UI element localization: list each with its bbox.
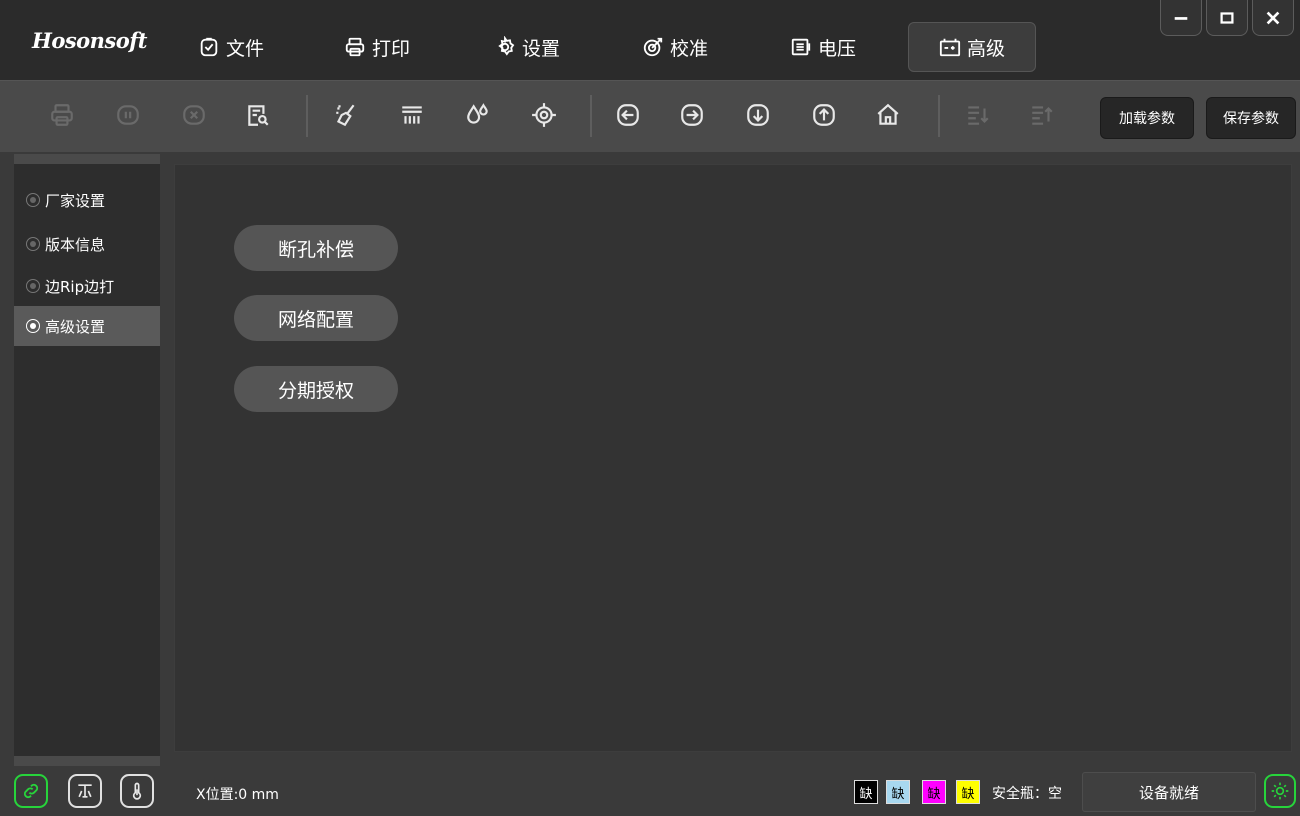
ink-drop-icon xyxy=(467,103,488,124)
nozzle-compensation-button[interactable]: 断孔补偿 xyxy=(234,225,398,271)
locate-button[interactable] xyxy=(528,99,560,131)
feed-up-button[interactable] xyxy=(1026,99,1058,131)
crosshair-icon xyxy=(532,103,556,127)
menu-calibrate-label: 校准 xyxy=(670,37,709,60)
home-icon xyxy=(877,103,899,125)
sidebar-item-label: 厂家设置 xyxy=(45,191,106,210)
file-check-icon xyxy=(200,37,218,57)
home-button[interactable] xyxy=(872,99,904,131)
link-icon xyxy=(23,783,39,799)
radio-icon xyxy=(26,279,40,293)
toolbar-divider xyxy=(590,95,592,137)
app-logo: Hosonsoft xyxy=(32,28,148,53)
sidebar-item-rip-print[interactable]: 边Rip边打 xyxy=(14,266,160,306)
main-content: 断孔补偿 网络配置 分期授权 xyxy=(174,164,1292,752)
menu-voltage-label: 电压 xyxy=(818,37,857,60)
cancel-icon xyxy=(183,105,205,125)
stripe-button[interactable] xyxy=(396,99,428,131)
clean-button[interactable] xyxy=(330,99,362,131)
radio-icon xyxy=(26,193,40,207)
cancel-button[interactable] xyxy=(178,99,210,131)
radio-icon xyxy=(26,237,40,251)
light-bulb-icon xyxy=(1271,782,1289,800)
sidebar-item-label: 版本信息 xyxy=(45,235,106,254)
sort-up-icon xyxy=(1032,106,1053,125)
preview-icon xyxy=(248,105,269,126)
battery-icon xyxy=(939,38,961,57)
menu-advanced[interactable]: 高级 xyxy=(908,22,1036,72)
installment-license-button[interactable]: 分期授权 xyxy=(234,366,398,412)
sidebar-item-label: 边Rip边打 xyxy=(45,277,115,296)
target-icon xyxy=(643,37,663,57)
maximize-icon xyxy=(1220,11,1234,24)
menu-file[interactable]: 文件 xyxy=(184,22,278,72)
toolbar: 加载参数 保存参数 xyxy=(0,80,1300,152)
sidebar-item-advanced-settings[interactable]: 高级设置 xyxy=(14,306,160,346)
ink-drop-button[interactable] xyxy=(462,99,494,131)
x-position-readout: X位置:0 mm xyxy=(196,787,279,803)
sidebar: 厂家设置 版本信息 边Rip边打 高级设置 xyxy=(14,154,160,766)
arrow-down-icon xyxy=(747,104,769,126)
printer-icon xyxy=(345,37,365,57)
arrow-up-icon xyxy=(813,104,835,126)
save-params-button[interactable]: 保存参数 xyxy=(1206,97,1296,139)
ink-status-magenta: 缺 xyxy=(922,780,946,804)
network-config-button[interactable]: 网络配置 xyxy=(234,295,398,341)
menu-settings[interactable]: 设置 xyxy=(480,22,574,72)
device-status: 设备就绪 xyxy=(1082,772,1256,812)
connection-status[interactable] xyxy=(14,774,48,808)
clean-icon xyxy=(336,104,355,127)
menu-voltage[interactable]: 电压 xyxy=(776,22,870,72)
sidebar-item-version-info[interactable]: 版本信息 xyxy=(14,224,160,264)
arrow-right-icon xyxy=(681,104,703,126)
temperature-status[interactable] xyxy=(120,774,154,808)
ink-status-yellow: 缺 xyxy=(956,780,980,804)
toolbar-divider xyxy=(938,95,940,137)
arrow-left-icon xyxy=(617,104,639,126)
thermometer-icon xyxy=(132,782,142,800)
load-params-button[interactable]: 加载参数 xyxy=(1100,97,1194,139)
close-icon xyxy=(1266,11,1280,24)
menu-print-label: 打印 xyxy=(372,37,411,60)
app-window: Hosonsoft 文件 打印 设置 校准 电压 高级 加载参数 保存参数 厂家… xyxy=(0,0,1300,816)
preview-button[interactable] xyxy=(242,99,274,131)
ink-status-cyan: 缺 xyxy=(886,780,910,804)
print-button[interactable] xyxy=(46,99,78,131)
safety-bottle-status: 安全瓶：空 xyxy=(992,786,1062,802)
menu-settings-label: 设置 xyxy=(522,37,561,60)
printer-icon xyxy=(51,104,73,126)
feed-down-button[interactable] xyxy=(962,99,994,131)
network-icon xyxy=(78,784,92,798)
move-left-button[interactable] xyxy=(612,99,644,131)
stripe-icon xyxy=(402,106,422,124)
sort-down-icon xyxy=(968,106,989,125)
radio-icon xyxy=(26,319,40,333)
close-button[interactable] xyxy=(1252,0,1294,36)
move-up-button[interactable] xyxy=(808,99,840,131)
voltage-icon xyxy=(791,38,811,56)
sidebar-item-label: 高级设置 xyxy=(45,317,106,336)
toolbar-divider xyxy=(306,95,308,137)
menu-advanced-label: 高级 xyxy=(966,37,1005,60)
pause-icon xyxy=(117,105,139,125)
network-status[interactable] xyxy=(68,774,102,808)
move-right-button[interactable] xyxy=(676,99,708,131)
status-bar: X位置:0 mm 缺 缺 缺 缺 安全瓶：空 设备就绪 xyxy=(0,766,1300,816)
minimize-icon xyxy=(1174,16,1188,20)
pause-button[interactable] xyxy=(112,99,144,131)
ink-status-black: 缺 xyxy=(854,780,878,804)
sidebar-item-factory-settings[interactable]: 厂家设置 xyxy=(14,180,160,220)
maximize-button[interactable] xyxy=(1206,0,1248,36)
gear-icon xyxy=(498,36,515,56)
indicator-light[interactable] xyxy=(1264,774,1296,808)
menu-calibrate[interactable]: 校准 xyxy=(628,22,722,72)
minimize-button[interactable] xyxy=(1160,0,1202,36)
move-down-button[interactable] xyxy=(742,99,774,131)
menu-print[interactable]: 打印 xyxy=(330,22,424,72)
menu-file-label: 文件 xyxy=(226,37,265,60)
title-bar: Hosonsoft 文件 打印 设置 校准 电压 高级 xyxy=(0,0,1300,80)
